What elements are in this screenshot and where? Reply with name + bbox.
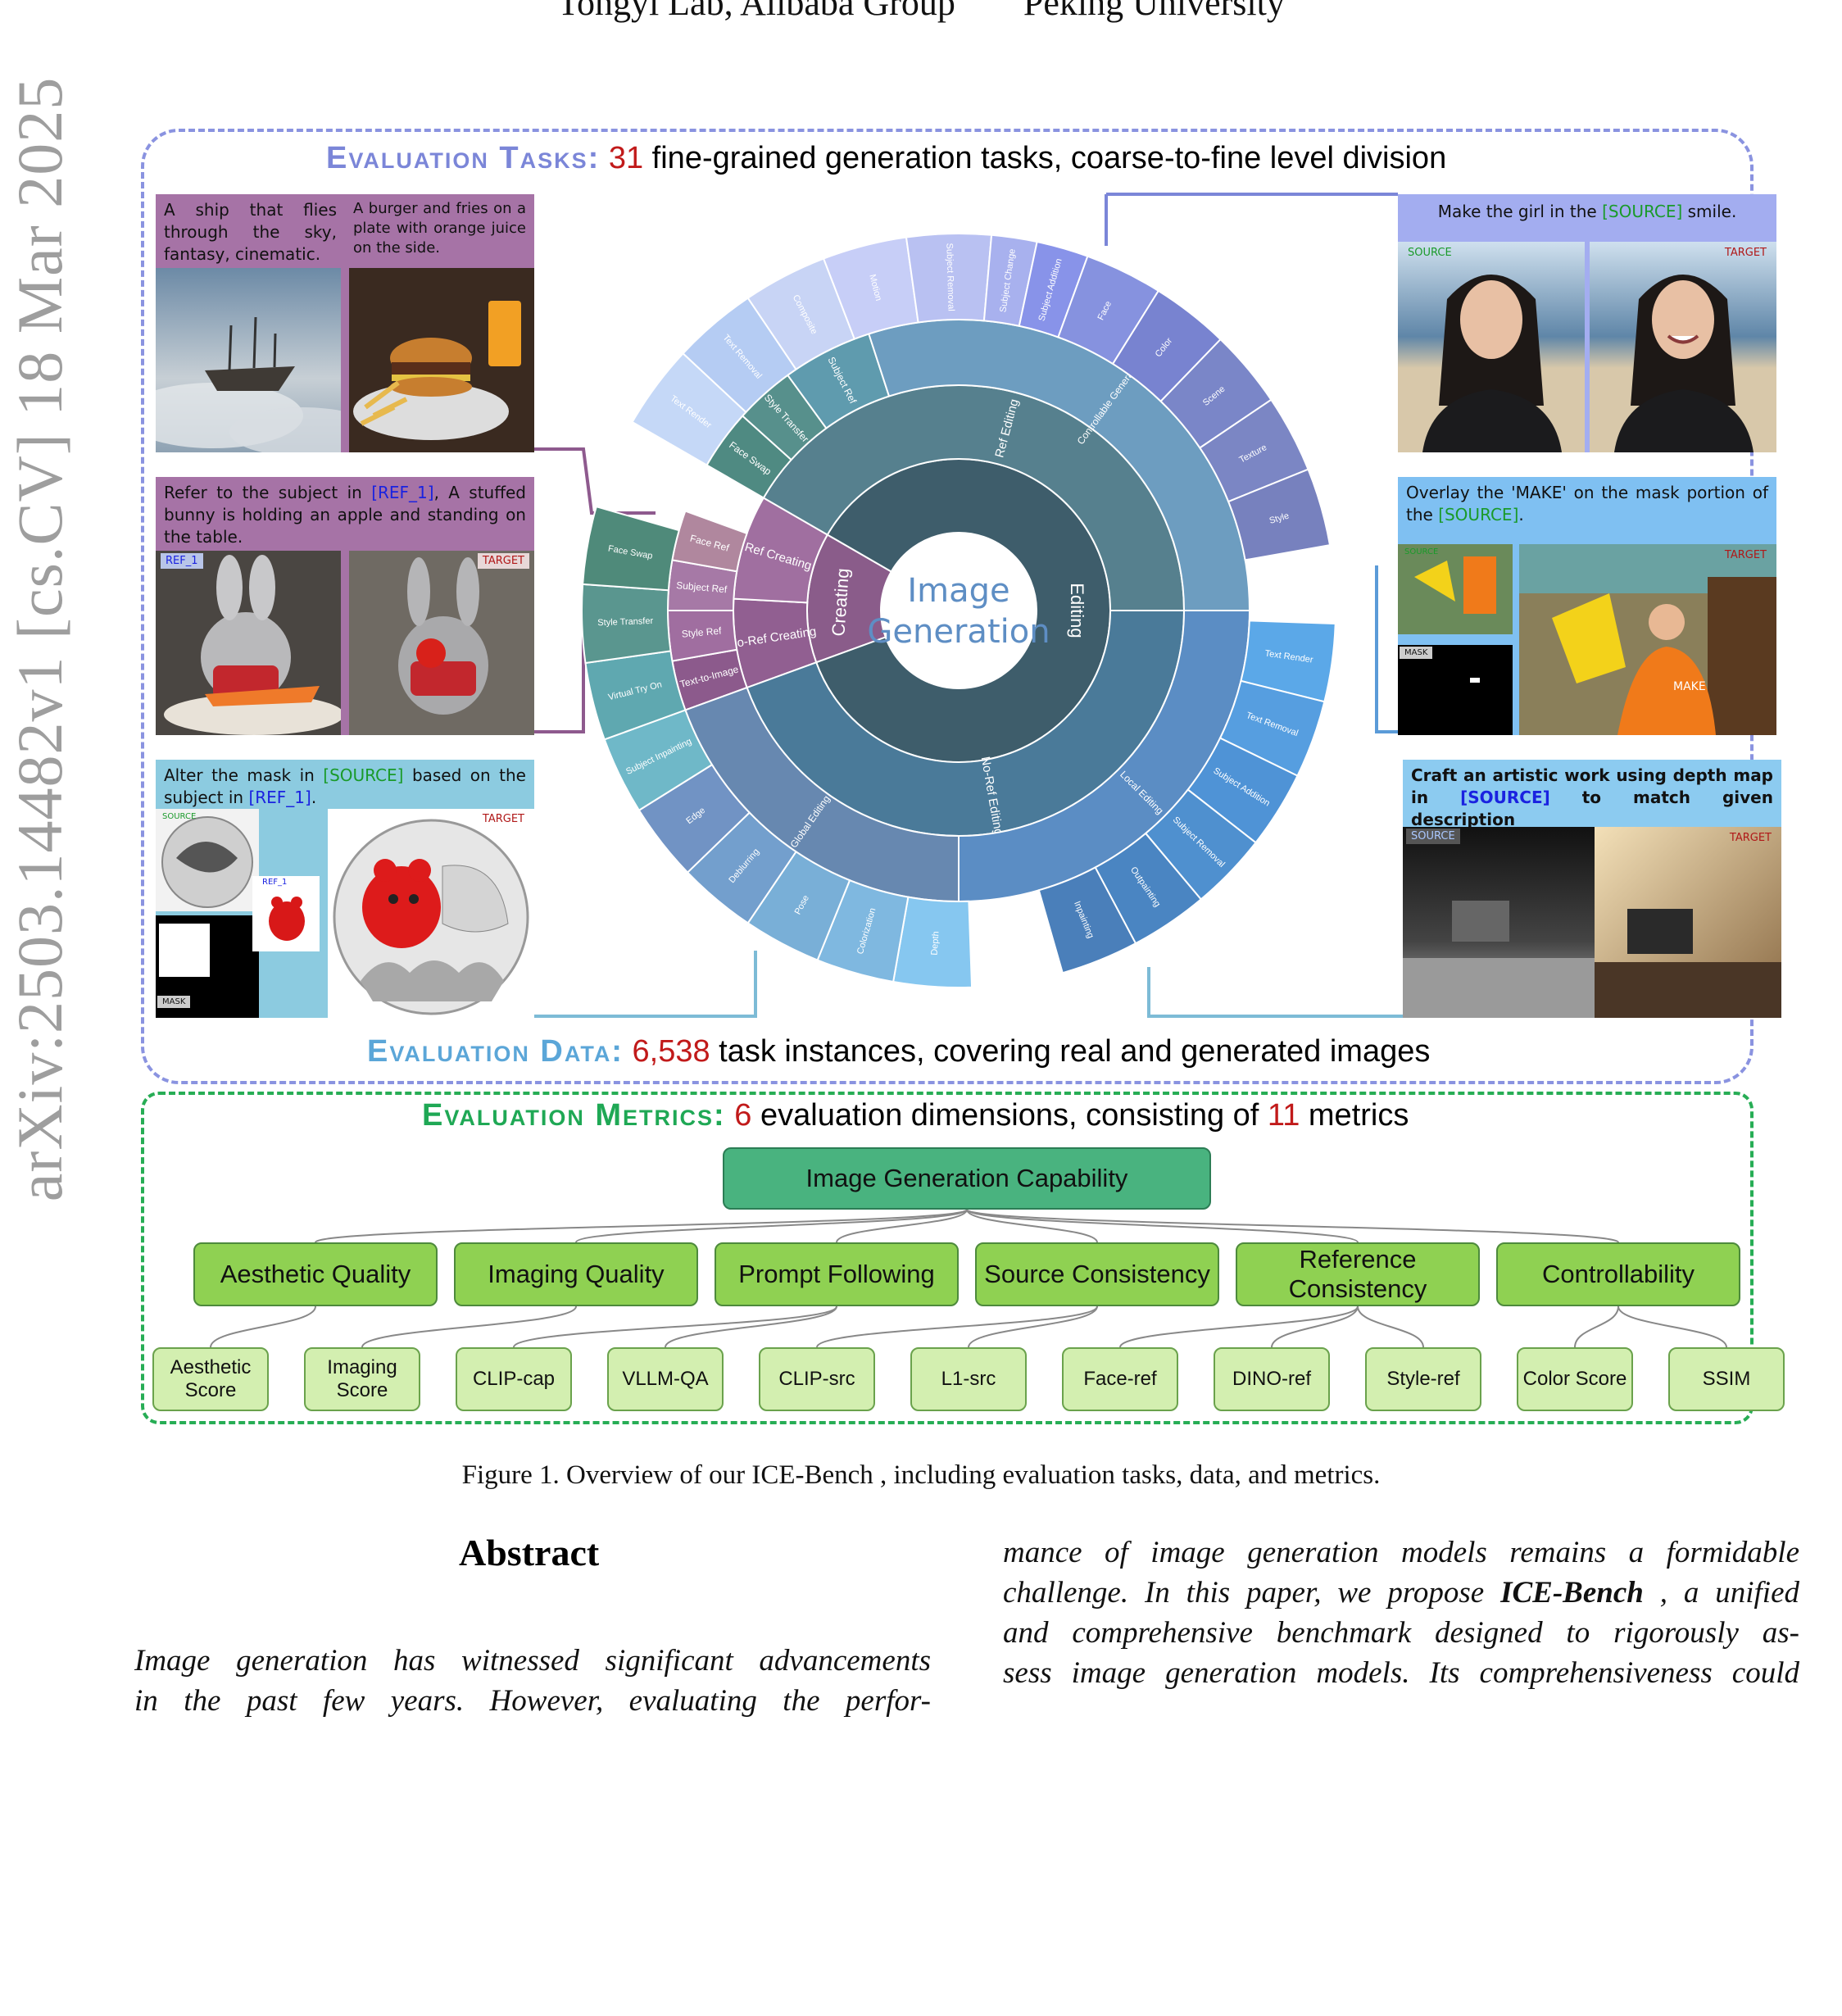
sunburst-level4-label: Style Transfer xyxy=(597,616,654,628)
example-ref-creating: Refer to the subject in [REF_1], A stuff… xyxy=(156,477,534,735)
dimension-node: Aesthetic Quality xyxy=(193,1242,438,1306)
metric-node: Style-ref xyxy=(1365,1347,1481,1411)
tree-connector xyxy=(1357,1305,1424,1348)
prompt-text: A burger and fries on a plate with orang… xyxy=(353,200,526,257)
example-t2i: A ship that flies through the sky, fanta… xyxy=(156,194,534,452)
metric-node: DINO-ref xyxy=(1214,1347,1330,1411)
dimension-node: Prompt Following xyxy=(715,1242,959,1306)
sunburst-center xyxy=(881,533,1037,688)
metric-node: Color Score xyxy=(1517,1347,1633,1411)
mask-tag: MASK xyxy=(157,996,191,1008)
dimension-node: Reference Consistency xyxy=(1236,1242,1480,1306)
example-text-render: Overlay the 'MAKE' on the mask portion o… xyxy=(1398,477,1776,735)
tree-connector xyxy=(1271,1305,1359,1348)
source-tag: SOURCE xyxy=(1408,247,1452,259)
figure-caption: Figure 1. Overview of our ICE-Bench , in… xyxy=(461,1460,1381,1490)
target-image xyxy=(328,809,534,1018)
sunburst-center-label: Generation xyxy=(867,613,1050,651)
prompt-text: Overlay the 'MAKE' on the mask portion o… xyxy=(1406,483,1768,524)
sunburst-level1-label: Editing xyxy=(1067,583,1087,638)
metric-node: Face-ref xyxy=(1062,1347,1178,1411)
burger-image xyxy=(349,268,534,452)
target-tag: TARGET xyxy=(1724,549,1767,561)
tree-connector xyxy=(210,1305,316,1348)
metric-node: Aesthetic Score xyxy=(152,1347,269,1411)
abstract-line: in the past few years. However, evaluati… xyxy=(134,1684,931,1718)
source-tag: SOURCE xyxy=(162,812,197,821)
target-image xyxy=(1590,242,1776,452)
metric-node: SSIM xyxy=(1668,1347,1785,1411)
metrics-root-node: Image Generation Capability xyxy=(723,1147,1211,1210)
abstract-line: Image generation has witnessed significa… xyxy=(134,1644,931,1678)
source-tag: SOURCE xyxy=(1404,547,1439,556)
bunny-ref-image xyxy=(156,551,341,735)
abstract-line: mance of image generation models remains… xyxy=(1003,1536,1799,1569)
bunny-target-image xyxy=(349,551,534,735)
mask-tag: MASK xyxy=(1400,647,1433,659)
target-tag: TARGET xyxy=(1729,832,1772,844)
tree-connector xyxy=(513,1305,837,1348)
abstract-title: Abstract xyxy=(459,1532,600,1573)
tree-connector xyxy=(1617,1305,1727,1348)
source-depth-image xyxy=(1403,827,1595,1018)
metric-node: VLLM-QA xyxy=(607,1347,724,1411)
prompt-text: Alter the mask in [SOURCE] based on the … xyxy=(164,765,526,807)
target-tag: TARGET xyxy=(482,813,524,825)
dimension-node: Controllability xyxy=(1496,1242,1740,1306)
tree-connector xyxy=(665,1305,837,1348)
ref-tag: REF_1 xyxy=(262,878,288,887)
tree-connector xyxy=(816,1305,1098,1348)
sunburst-level4-label: Subject Removal xyxy=(944,243,955,311)
example-face-editing: Make the girl in the [SOURCE] smile. SOU… xyxy=(1398,194,1776,452)
ref-tag: REF_1 xyxy=(161,553,203,569)
abstract-line: sess image generation models. Its compre… xyxy=(1003,1656,1799,1690)
target-tag: TARGET xyxy=(1724,247,1767,259)
tree-connector xyxy=(1119,1305,1359,1348)
dimension-node: Source Consistency xyxy=(975,1242,1219,1306)
abstract-left-column: Image generation has witnessed significa… xyxy=(134,1641,931,1721)
make-text: MAKE xyxy=(1673,680,1706,693)
tree-connector xyxy=(966,1209,1619,1243)
example-depth: Craft an artistic work using depth map i… xyxy=(1403,760,1781,1018)
target-image: MAKE xyxy=(1519,544,1776,735)
metrics-heading: Evaluation Metrics: 6 evaluation dimensi… xyxy=(422,1098,1409,1133)
source-image xyxy=(1398,242,1585,452)
metric-node: L1-src xyxy=(910,1347,1027,1411)
sunburst-center-label: Image xyxy=(907,572,1009,610)
abstract-line: challenge. In this paper, we propose ICE… xyxy=(1003,1576,1800,1610)
task-sunburst: Creating EditingNo-Ref CreatingRef Creati… xyxy=(581,233,1336,989)
tree-connector xyxy=(315,1209,968,1243)
metric-node: CLIP-src xyxy=(759,1347,875,1411)
example-ref-editing: Alter the mask in [SOURCE] based on the … xyxy=(156,760,534,1018)
target-tag: TARGET xyxy=(477,553,529,569)
tree-connector xyxy=(361,1305,577,1348)
dimension-node: Imaging Quality xyxy=(454,1242,698,1306)
metric-node: CLIP-cap xyxy=(456,1347,572,1411)
prompt-text: A ship that flies through the sky, fanta… xyxy=(164,200,337,264)
prompt-text: Make the girl in the [SOURCE] smile. xyxy=(1437,202,1737,221)
abstract-right-column: mance of image generation models remains… xyxy=(1003,1532,1799,1693)
tree-connector xyxy=(1574,1305,1619,1348)
prompt-text: Craft an artistic work using depth map i… xyxy=(1411,765,1773,829)
prompt-text: Refer to the subject in [REF_1], A stuff… xyxy=(164,483,526,547)
source-image xyxy=(156,809,259,911)
metric-node: Imaging Score xyxy=(304,1347,420,1411)
sunburst-level4-label: Depth xyxy=(930,931,941,956)
tree-connector xyxy=(968,1305,1098,1348)
target-image xyxy=(1595,827,1781,1018)
source-tag: SOURCE xyxy=(1406,829,1460,844)
abstract-line: and comprehensive benchmark designed to … xyxy=(1003,1616,1799,1650)
ship-image xyxy=(156,268,341,452)
